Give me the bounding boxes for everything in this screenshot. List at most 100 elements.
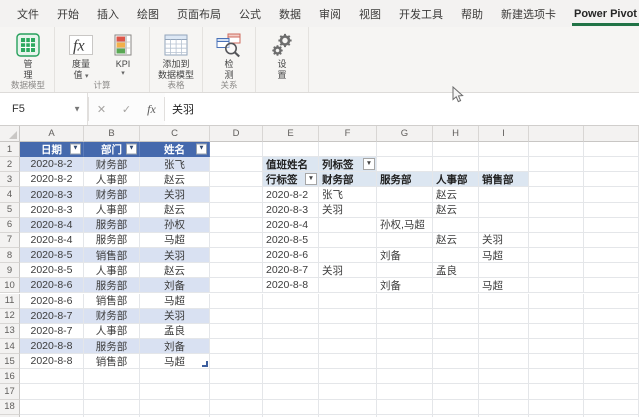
cell-D19[interactable] xyxy=(210,415,263,417)
cell-x1010[interactable] xyxy=(529,278,584,293)
cell-H7[interactable]: 赵云 xyxy=(433,233,479,248)
cell-B12[interactable]: 财务部 xyxy=(84,309,140,324)
cell-G15[interactable] xyxy=(377,354,433,369)
cell-C17[interactable] xyxy=(140,384,210,399)
cell-B8[interactable]: 销售部 xyxy=(84,248,140,263)
cell-D12[interactable] xyxy=(210,309,263,324)
row-header-8[interactable]: 8 xyxy=(0,248,20,263)
cell-E9[interactable]: 2020-8-7 xyxy=(263,263,319,278)
cell-B18[interactable] xyxy=(84,400,140,415)
cell-A7[interactable]: 2020-8-4 xyxy=(20,233,84,248)
cell-E13[interactable] xyxy=(263,324,319,339)
ribbon-tab-4[interactable]: 页面布局 xyxy=(168,0,230,27)
cell-H17[interactable] xyxy=(433,384,479,399)
cell-x1110[interactable] xyxy=(584,278,639,293)
cell-x1118[interactable] xyxy=(584,400,639,415)
cell-x107[interactable] xyxy=(529,233,584,248)
row-header-4[interactable]: 4 xyxy=(0,187,20,202)
cell-E10[interactable]: 2020-8-8 xyxy=(263,278,319,293)
cell-F14[interactable] xyxy=(319,339,377,354)
cell-x1113[interactable] xyxy=(584,324,639,339)
cell-G19[interactable] xyxy=(377,415,433,417)
cell-x108[interactable] xyxy=(529,248,584,263)
cell-G14[interactable] xyxy=(377,339,433,354)
ribbon-button-kpi[interactable]: KPI▾ xyxy=(102,30,144,80)
row-header-2[interactable]: 2 xyxy=(0,157,20,172)
cell-E2[interactable]: 值班姓名 xyxy=(263,157,319,172)
cell-x109[interactable] xyxy=(529,263,584,278)
cell-x1111[interactable] xyxy=(584,294,639,309)
cell-I16[interactable] xyxy=(479,369,529,384)
col-header-G[interactable]: G xyxy=(377,126,433,142)
cell-E1[interactable] xyxy=(263,142,319,157)
ribbon-button-add-to-data-model[interactable]: 添加到数据模型 xyxy=(155,30,197,83)
cell-x1015[interactable] xyxy=(529,354,584,369)
cell-C5[interactable]: 赵云 xyxy=(140,203,210,218)
cell-I5[interactable] xyxy=(479,203,529,218)
cell-x1117[interactable] xyxy=(584,384,639,399)
cell-x106[interactable] xyxy=(529,218,584,233)
cell-G1[interactable] xyxy=(377,142,433,157)
cell-G3[interactable]: 服务部 xyxy=(377,172,433,187)
cell-G4[interactable] xyxy=(377,187,433,202)
cell-A13[interactable]: 2020-8-7 xyxy=(20,324,84,339)
cell-F11[interactable] xyxy=(319,294,377,309)
chevron-down-icon[interactable]: ▼ xyxy=(73,105,81,114)
cell-A9[interactable]: 2020-8-5 xyxy=(20,263,84,278)
cell-A3[interactable]: 2020-8-2 xyxy=(20,172,84,187)
row-header-17[interactable]: 17 xyxy=(0,384,20,399)
cell-A12[interactable]: 2020-8-7 xyxy=(20,309,84,324)
col-header-H[interactable]: H xyxy=(433,126,479,142)
cell-x1013[interactable] xyxy=(529,324,584,339)
row-header-16[interactable]: 16 xyxy=(0,369,20,384)
cell-B17[interactable] xyxy=(84,384,140,399)
cell-E15[interactable] xyxy=(263,354,319,369)
cell-G5[interactable] xyxy=(377,203,433,218)
cell-I7[interactable]: 关羽 xyxy=(479,233,529,248)
cell-C10[interactable]: 刘备 xyxy=(140,278,210,293)
cell-A8[interactable]: 2020-8-5 xyxy=(20,248,84,263)
col-header-blank[interactable] xyxy=(584,126,639,142)
cell-G17[interactable] xyxy=(377,384,433,399)
cell-E16[interactable] xyxy=(263,369,319,384)
cell-I14[interactable] xyxy=(479,339,529,354)
cell-D5[interactable] xyxy=(210,203,263,218)
ribbon-tab-12[interactable]: Power Pivot xyxy=(565,0,639,27)
cell-I18[interactable] xyxy=(479,400,529,415)
cell-C11[interactable]: 马超 xyxy=(140,294,210,309)
cell-x1011[interactable] xyxy=(529,294,584,309)
cell-H14[interactable] xyxy=(433,339,479,354)
cell-I13[interactable] xyxy=(479,324,529,339)
cell-C8[interactable]: 关羽 xyxy=(140,248,210,263)
cell-F12[interactable] xyxy=(319,309,377,324)
filter-icon[interactable]: ▼ xyxy=(70,144,81,155)
row-header-10[interactable]: 10 xyxy=(0,278,20,293)
row-header-11[interactable]: 11 xyxy=(0,294,20,309)
cell-F2[interactable]: 列标签▼ xyxy=(319,157,377,172)
cell-F18[interactable] xyxy=(319,400,377,415)
cell-D14[interactable] xyxy=(210,339,263,354)
cell-B16[interactable] xyxy=(84,369,140,384)
cell-H9[interactable]: 孟良 xyxy=(433,263,479,278)
ribbon-tab-7[interactable]: 审阅 xyxy=(310,0,350,27)
insert-function-icon[interactable]: fx xyxy=(139,93,164,125)
ribbon-tab-5[interactable]: 公式 xyxy=(230,0,270,27)
cell-F17[interactable] xyxy=(319,384,377,399)
cell-I12[interactable] xyxy=(479,309,529,324)
cell-x1119[interactable] xyxy=(584,415,639,417)
enter-icon[interactable]: ✓ xyxy=(114,93,139,125)
cell-F9[interactable]: 关羽 xyxy=(319,263,377,278)
cell-B2[interactable]: 财务部 xyxy=(84,157,140,172)
cell-H18[interactable] xyxy=(433,400,479,415)
cell-x113[interactable] xyxy=(584,172,639,187)
cell-A4[interactable]: 2020-8-3 xyxy=(20,187,84,202)
ribbon-button-manage[interactable]: 管理 xyxy=(7,30,49,83)
pivot-filter-icon[interactable]: ▼ xyxy=(363,158,375,170)
cell-x1114[interactable] xyxy=(584,339,639,354)
cell-C18[interactable] xyxy=(140,400,210,415)
cell-F7[interactable] xyxy=(319,233,377,248)
cell-x119[interactable] xyxy=(584,263,639,278)
cell-F3[interactable]: 财务部 xyxy=(319,172,377,187)
cell-G8[interactable]: 刘备 xyxy=(377,248,433,263)
cell-H15[interactable] xyxy=(433,354,479,369)
